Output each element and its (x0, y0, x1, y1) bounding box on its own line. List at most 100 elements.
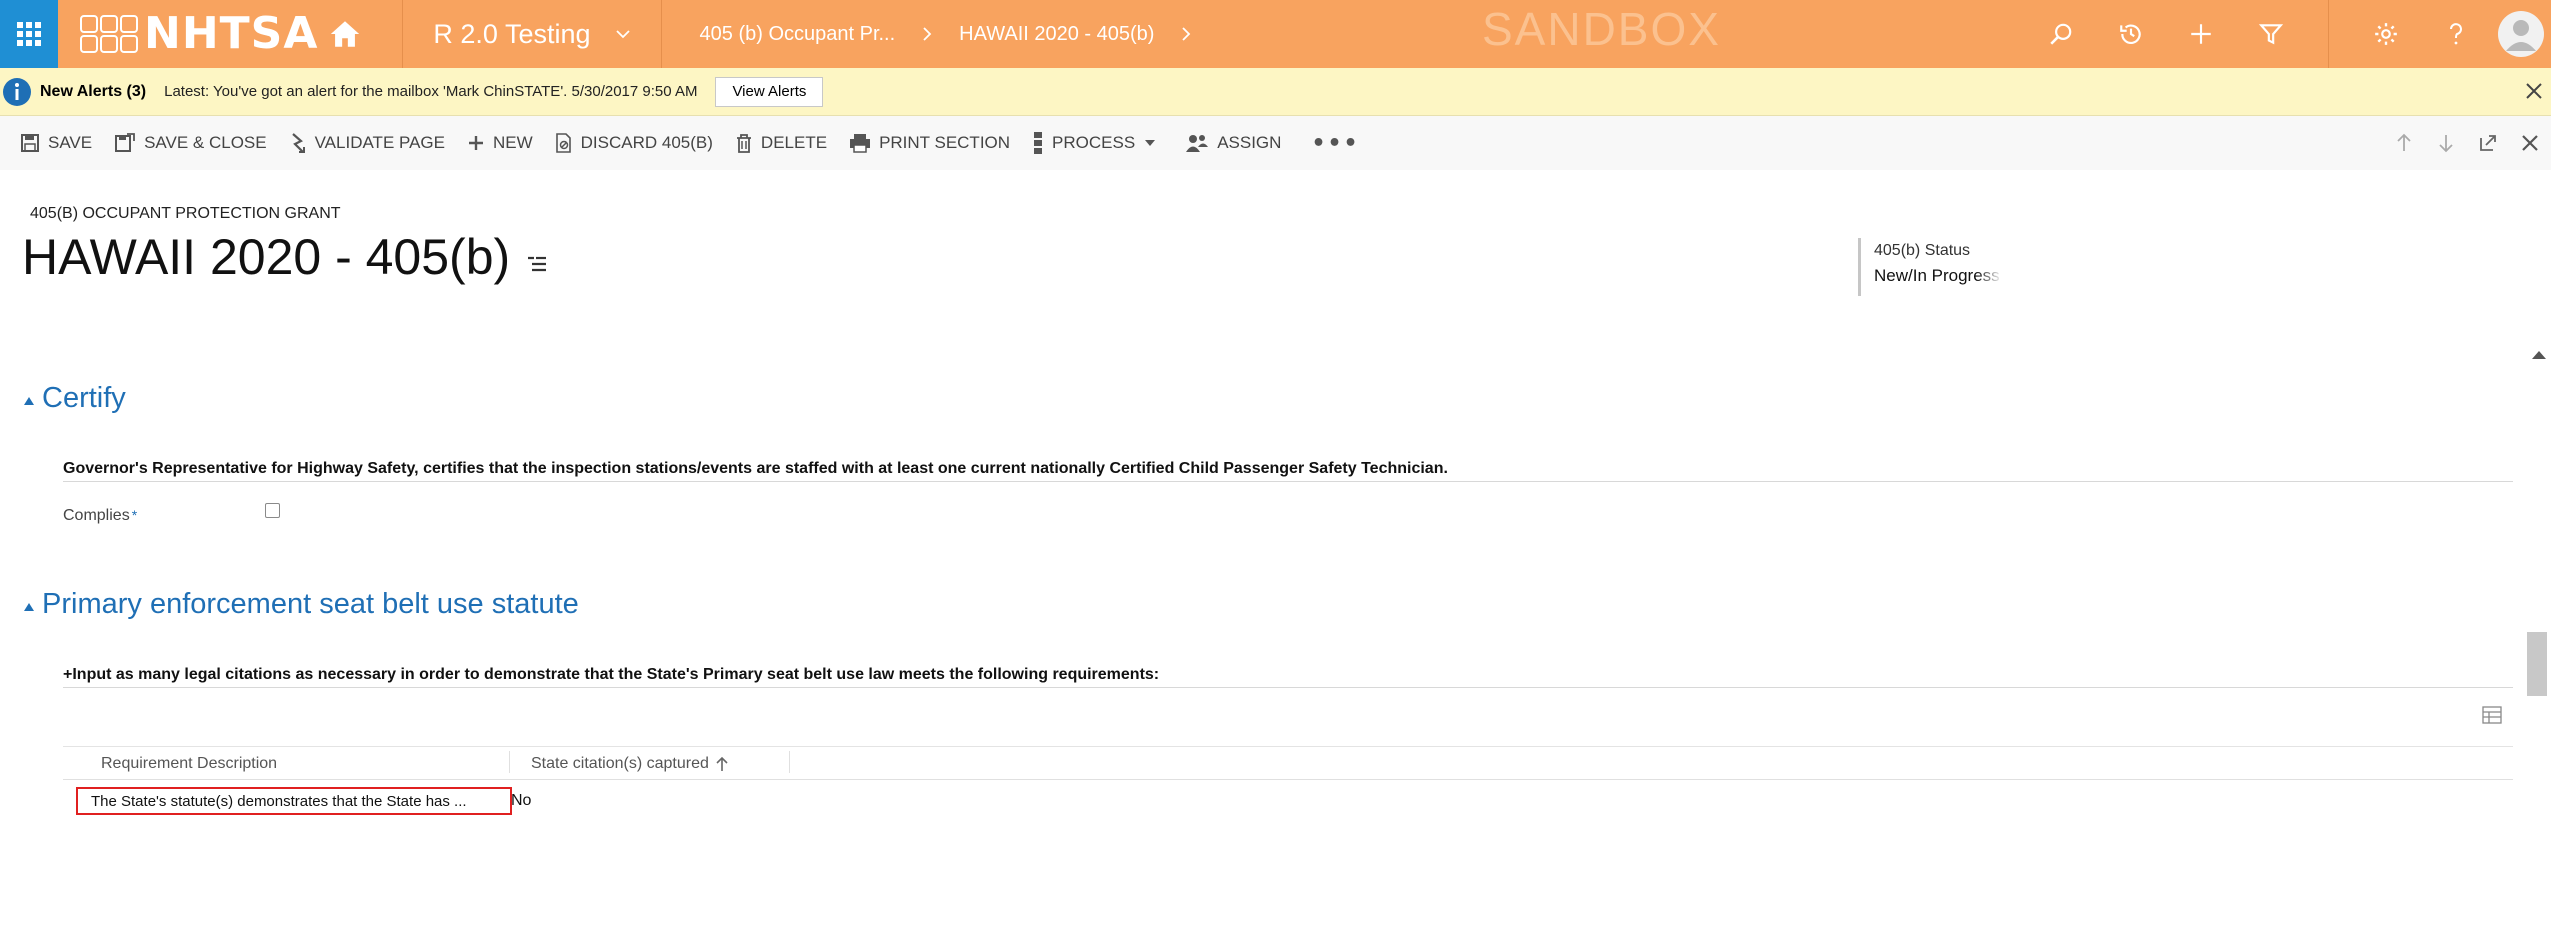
process-label: PROCESS (1052, 133, 1136, 152)
assign-button[interactable]: ASSIGN (1185, 133, 1281, 153)
close-icon (2522, 135, 2538, 151)
requirement-description-cell[interactable]: The State's statute(s) demonstrates that… (76, 787, 512, 815)
close-record-button[interactable] (2509, 116, 2551, 170)
filter-icon (2258, 24, 2284, 45)
assign-users-icon (1186, 135, 1209, 152)
settings-button[interactable] (2351, 0, 2421, 68)
waffle-icon (17, 22, 41, 46)
app-launcher-button[interactable] (0, 0, 58, 68)
area-label: R 2.0 Testing (433, 18, 591, 49)
nhtsa-logo[interactable]: NHTSA (58, 0, 362, 68)
column-header-requirement[interactable]: Requirement Description (101, 755, 277, 773)
scroll-up-arrow-icon[interactable] (2532, 351, 2546, 359)
primary-instruction: +Input as many legal citations as necess… (63, 666, 1160, 683)
view-alerts-button[interactable]: View Alerts (715, 76, 824, 107)
info-icon (3, 77, 31, 106)
grid-view-icon[interactable] (2482, 706, 2502, 724)
create-button[interactable] (2166, 0, 2236, 68)
chevron-right-icon (923, 27, 932, 41)
command-bar: SAVE SAVE & CLOSE VALIDATE PAGE NEW DISC… (0, 116, 2551, 170)
complies-field-label: Complies * (63, 507, 137, 525)
printer-icon (850, 134, 871, 153)
save-close-label: SAVE & CLOSE (144, 133, 267, 152)
section-primary-title: Primary enforcement seat belt use statut… (42, 588, 579, 620)
breadcrumb-entity[interactable]: 405 (b) Occupant Pr... (700, 23, 896, 46)
breadcrumb: 405 (b) Occupant Pr... HAWAII 2020 - 405… (700, 23, 1219, 46)
discard-icon (555, 133, 571, 153)
plus-icon (468, 136, 483, 150)
home-icon[interactable] (328, 17, 362, 51)
more-commands-button[interactable]: ••• (1311, 131, 1359, 156)
validate-page-button[interactable]: VALIDATE PAGE (289, 132, 445, 154)
logo-text: NHTSA (144, 8, 319, 59)
new-label: NEW (492, 133, 533, 152)
save-button[interactable]: SAVE (20, 133, 92, 153)
scrollbar-thumb[interactable] (2527, 632, 2547, 696)
process-icon (1034, 132, 1043, 154)
avatar-icon (2498, 11, 2544, 57)
filter-button[interactable] (2236, 0, 2306, 68)
alert-message: Latest: You've got an alert for the mail… (164, 83, 698, 100)
divider (63, 687, 2513, 688)
assign-label: ASSIGN (1217, 133, 1282, 152)
previous-record-button[interactable] (2383, 116, 2425, 170)
new-button[interactable]: NEW (467, 133, 533, 153)
history-icon (2120, 24, 2141, 45)
form-selector-icon[interactable] (526, 256, 548, 272)
collapse-triangle-icon (24, 602, 34, 611)
section-primary-header[interactable]: Primary enforcement seat belt use statut… (24, 588, 579, 621)
discard-button[interactable]: DISCARD 405(B) (555, 132, 713, 154)
gear-icon (2375, 23, 2397, 45)
status-label: 405(b) Status (1874, 242, 1971, 259)
save-close-button[interactable]: SAVE & CLOSE (114, 133, 267, 153)
chevron-right-icon[interactable] (1180, 26, 1192, 42)
caret-down-icon (1145, 140, 1156, 146)
process-button[interactable]: PROCESS (1032, 131, 1163, 155)
breadcrumb-record[interactable]: HAWAII 2020 - 405(b) (959, 23, 1154, 46)
table-row[interactable]: The State's statute(s) demonstrates that… (63, 781, 2513, 821)
column-header-captured[interactable]: State citation(s) captured (531, 755, 729, 773)
discard-label: DISCARD 405(B) (580, 133, 713, 152)
certify-statement: Governor's Representative for Highway Sa… (63, 460, 1448, 477)
delete-button[interactable]: DELETE (735, 133, 827, 153)
next-record-button[interactable] (2425, 116, 2467, 170)
user-avatar-button[interactable] (2491, 0, 2551, 68)
record-nav-group (2383, 116, 2551, 170)
divider (63, 481, 2513, 482)
record-title-text: HAWAII 2020 - 405(b) (22, 229, 511, 285)
delete-label: DELETE (760, 133, 828, 152)
arrow-up-icon (2397, 133, 2411, 151)
section-certify-title: Certify (42, 382, 126, 414)
trash-icon (736, 134, 751, 153)
search-button[interactable] (2026, 0, 2096, 68)
collapse-triangle-icon (24, 396, 34, 405)
nav-divider (2328, 0, 2329, 68)
captured-cell: No (511, 792, 532, 809)
validate-label: VALIDATE PAGE (314, 133, 445, 152)
top-nav-bar: NHTSA R 2.0 Testing 405 (b) Occupant Pr.… (0, 0, 2551, 68)
column-divider (789, 751, 790, 773)
print-section-button[interactable]: PRINT SECTION (849, 133, 1010, 153)
logo-badges-icon (80, 15, 138, 53)
pop-out-button[interactable] (2467, 116, 2509, 170)
print-label: PRINT SECTION (879, 133, 1011, 152)
nav-divider (660, 0, 662, 68)
section-certify-header[interactable]: Certify (24, 382, 126, 415)
nav-icon-group (2026, 0, 2551, 68)
arrow-down-icon (2439, 135, 2453, 153)
save-icon (21, 134, 39, 152)
column-header-captured-label: State citation(s) captured (531, 755, 709, 772)
area-selector[interactable]: R 2.0 Testing (433, 19, 630, 50)
recent-button[interactable] (2096, 0, 2166, 68)
close-icon[interactable] (2523, 80, 2545, 102)
nav-divider (402, 0, 404, 68)
alert-bar: New Alerts (3) Latest: You've got an ale… (0, 68, 2551, 116)
search-icon (2050, 23, 2072, 45)
chevron-down-icon (615, 30, 630, 39)
page-title: HAWAII 2020 - 405(b) (22, 228, 548, 286)
save-close-icon (115, 133, 135, 152)
help-button[interactable] (2421, 0, 2491, 68)
sort-ascending-icon (716, 756, 728, 771)
complies-checkbox[interactable] (265, 503, 280, 518)
header-status-field: 405(b) Status New/In Progress (1858, 238, 2002, 296)
